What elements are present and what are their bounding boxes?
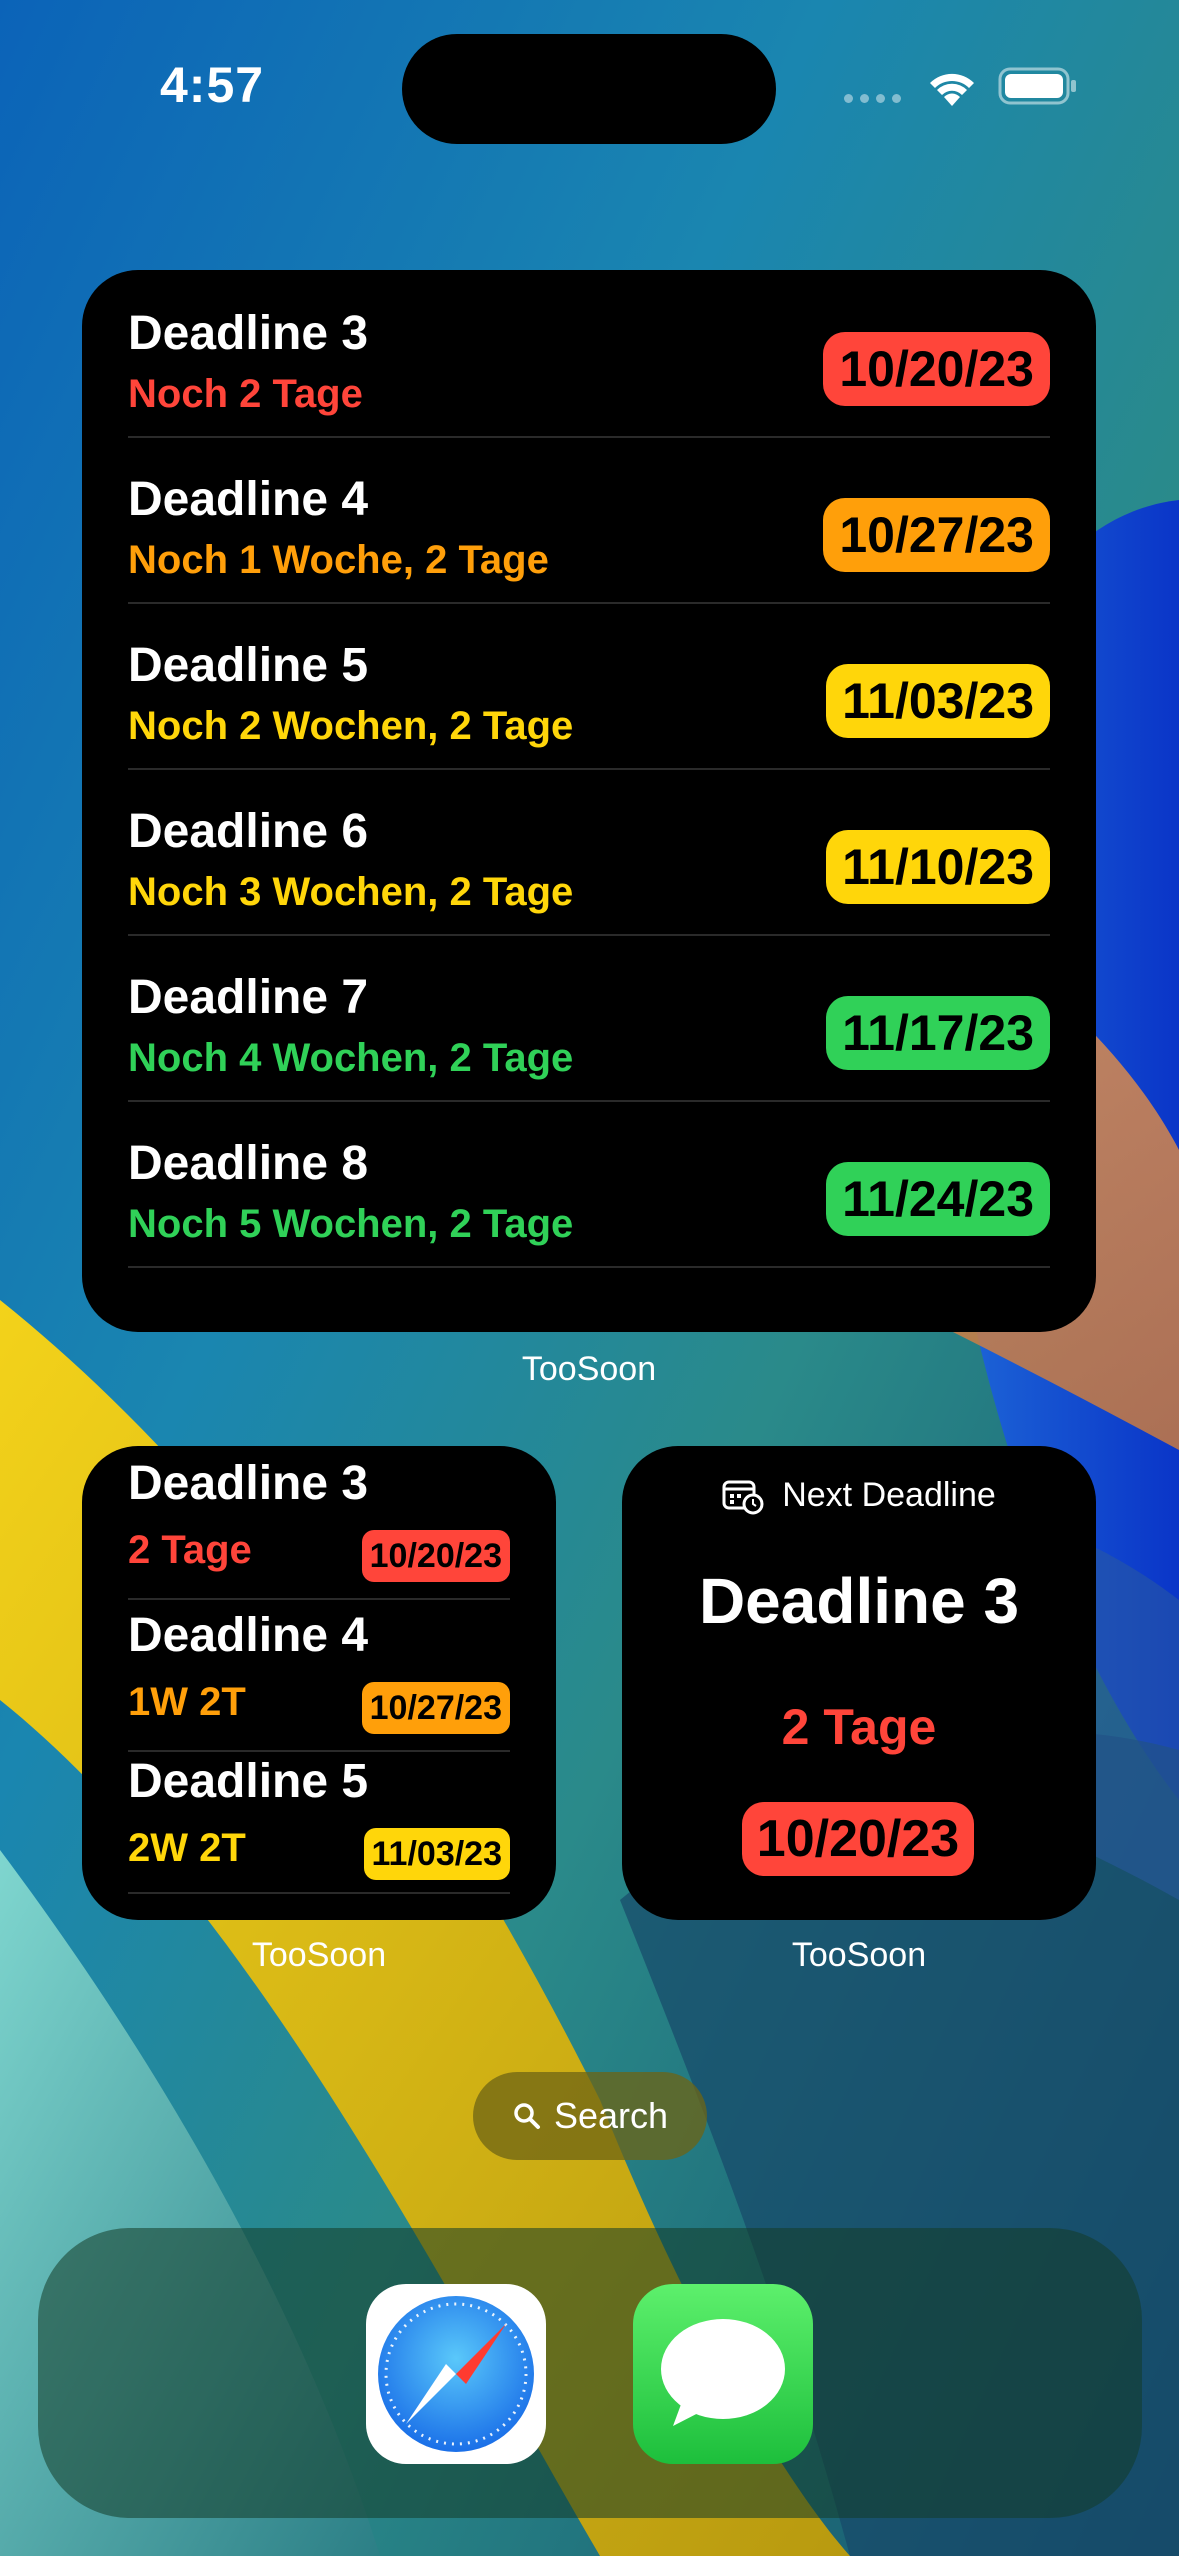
list-item: Deadline 5 Noch 2 Wochen, 2 Tage 11/03/2… bbox=[128, 602, 1050, 770]
list-item: Deadline 6 Noch 3 Wochen, 2 Tage 11/10/2… bbox=[128, 768, 1050, 936]
next-deadline-remaining: 2 Tage bbox=[781, 1699, 937, 1755]
deadline-title: Deadline 5 bbox=[128, 1755, 369, 1808]
deadline-remaining: 2 Tage bbox=[128, 1528, 252, 1572]
deadline-title: Deadline 7 bbox=[128, 971, 369, 1024]
widget-label: TooSoon bbox=[791, 1936, 927, 1974]
wifi-icon bbox=[930, 73, 974, 106]
date-badge: 11/10/23 bbox=[826, 830, 1050, 904]
next-deadline-header-label: Next Deadline bbox=[782, 1476, 996, 1514]
list-item: Deadline 5 2W 2T 11/03/23 bbox=[128, 1744, 510, 1894]
widget-label: TooSoon bbox=[521, 1350, 657, 1388]
search-button[interactable]: Search bbox=[473, 2072, 707, 2160]
deadline-remaining: Noch 2 Wochen, 2 Tage bbox=[128, 704, 574, 748]
deadline-title: Deadline 5 bbox=[128, 639, 369, 692]
search-icon bbox=[514, 2103, 540, 2129]
deadline-remaining: Noch 4 Wochen, 2 Tage bbox=[128, 1036, 574, 1080]
next-deadline-date-badge: 10/20/23 bbox=[742, 1802, 974, 1876]
battery-icon bbox=[998, 67, 1076, 105]
large-deadline-widget[interactable]: Deadline 3 Noch 2 Tage 10/20/23 Deadline… bbox=[82, 270, 1096, 1332]
deadline-title: Deadline 6 bbox=[128, 805, 369, 858]
deadline-remaining: Noch 2 Tage bbox=[128, 372, 363, 416]
date-badge: 11/03/23 bbox=[363, 1828, 510, 1880]
date-badge: 10/20/23 bbox=[361, 1530, 510, 1582]
small-deadline-widget[interactable]: Deadline 3 2 Tage 10/20/23 Deadline 4 1W… bbox=[82, 1446, 556, 1920]
date-badge: 10/27/23 bbox=[361, 1682, 510, 1734]
next-deadline-header: Next Deadline bbox=[622, 1476, 1096, 1515]
search-label: Search bbox=[553, 2095, 669, 2136]
widget-label: TooSoon bbox=[251, 1936, 387, 1974]
deadline-title: Deadline 8 bbox=[128, 1137, 369, 1190]
list-item: Deadline 8 Noch 5 Wochen, 2 Tage 11/24/2… bbox=[128, 1100, 1050, 1268]
next-deadline-widget[interactable]: Next Deadline Deadline 3 2 Tage 10/20/23 bbox=[622, 1446, 1096, 1920]
deadline-remaining: Noch 5 Wochen, 2 Tage bbox=[128, 1202, 574, 1246]
date-badge: 11/17/23 bbox=[826, 996, 1050, 1070]
deadline-title: Deadline 3 bbox=[128, 307, 369, 360]
deadline-title: Deadline 4 bbox=[128, 1609, 369, 1662]
date-badge: 11/03/23 bbox=[826, 664, 1050, 738]
cellular-signal-icon bbox=[844, 94, 901, 103]
list-item: Deadline 4 Noch 1 Woche, 2 Tage 10/27/23 bbox=[128, 436, 1050, 604]
deadline-remaining: 2W 2T bbox=[128, 1826, 246, 1870]
next-deadline-title: Deadline 3 bbox=[698, 1565, 1020, 1637]
date-badge: 10/20/23 bbox=[823, 332, 1050, 406]
deadline-remaining: Noch 3 Wochen, 2 Tage bbox=[128, 870, 574, 914]
list-item: Deadline 3 Noch 2 Tage 10/20/23 bbox=[128, 270, 1050, 438]
messages-icon[interactable] bbox=[633, 2284, 813, 2464]
deadline-remaining: 1W 2T bbox=[128, 1680, 246, 1724]
safari-icon[interactable] bbox=[366, 2284, 546, 2464]
dynamic-island bbox=[402, 34, 776, 144]
deadline-remaining: Noch 1 Woche, 2 Tage bbox=[128, 538, 549, 582]
date-badge: 11/24/23 bbox=[826, 1162, 1050, 1236]
deadline-title: Deadline 4 bbox=[128, 473, 369, 526]
date-badge: 10/27/23 bbox=[823, 498, 1050, 572]
status-time: 4:57 bbox=[160, 57, 265, 113]
list-item: Deadline 4 1W 2T 10/27/23 bbox=[128, 1598, 510, 1752]
list-item: Deadline 3 2 Tage 10/20/23 bbox=[128, 1446, 510, 1600]
dock bbox=[38, 2228, 1142, 2518]
deadline-title: Deadline 3 bbox=[128, 1457, 369, 1510]
calendar-clock-icon bbox=[722, 1480, 764, 1514]
list-item: Deadline 7 Noch 4 Wochen, 2 Tage 11/17/2… bbox=[128, 934, 1050, 1102]
